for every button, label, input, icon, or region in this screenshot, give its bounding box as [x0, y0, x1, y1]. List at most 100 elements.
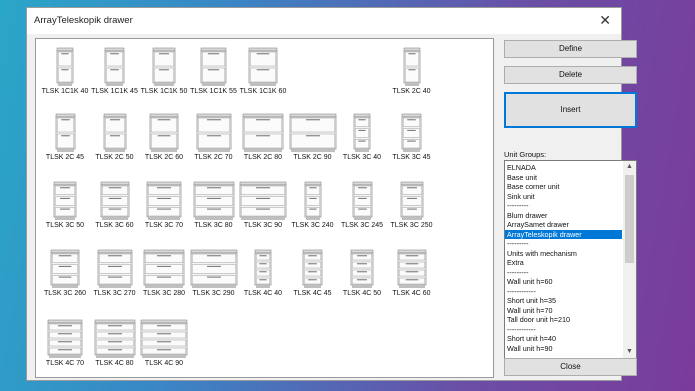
- cabinet-icon: [254, 249, 272, 288]
- unit-tile[interactable]: TLSK 2C 45: [38, 113, 92, 163]
- cabinet-icon: [193, 181, 234, 220]
- cabinet-icon: [403, 47, 420, 86]
- unit-tile[interactable]: TLSK 3C 280: [137, 249, 191, 299]
- unit-groups-scrollbar[interactable]: ▲ ▼: [623, 161, 636, 358]
- cabinet-icon: [47, 319, 83, 358]
- unit-tile[interactable]: TLSK 1C1K 60: [236, 47, 290, 97]
- list-item[interactable]: ---------: [505, 239, 622, 249]
- unit-label: TLSK 3C 260: [43, 290, 87, 297]
- window-title: ArrayTeleskopik drawer: [34, 15, 133, 26]
- dialog-window: ArrayTeleskopik drawer ✕ TLSK 1C1K 40 TLS…: [26, 7, 637, 381]
- unit-groups-items: ELNADA Base unit Base corner unit Sink unit…: [505, 163, 622, 353]
- cabinet-icon: [104, 47, 125, 86]
- list-item[interactable]: ArrayTeleskopik drawer: [505, 229, 622, 239]
- delete-button[interactable]: Delete: [504, 66, 637, 84]
- cabinet-icon: [242, 113, 284, 152]
- unit-tile[interactable]: TLSK 2C 50: [88, 113, 142, 163]
- scroll-down-icon[interactable]: ▼: [623, 346, 636, 358]
- unit-grid: TLSK 1C1K 40 TLSK 1C1K 45 TLSK 1C1K 50 TLSK…: [35, 38, 494, 378]
- cabinet-icon: [100, 181, 129, 220]
- cabinet-icon: [289, 113, 336, 152]
- unit-tile[interactable]: TLSK 3C 40: [335, 113, 389, 163]
- list-item[interactable]: Sink unit: [505, 192, 622, 202]
- unit-groups-list[interactable]: ELNADA Base unit Base corner unit Sink unit…: [504, 160, 637, 359]
- unit-tile[interactable]: TLSK 2C 90: [286, 113, 340, 163]
- cabinet-icon: [146, 181, 182, 220]
- unit-tile[interactable]: TLSK 3C 270: [88, 249, 142, 299]
- unit-tile[interactable]: TLSK 4C 70: [38, 319, 92, 369]
- unit-tile[interactable]: TLSK 2C 70: [187, 113, 241, 163]
- unit-label: TLSK 2C 90: [293, 154, 332, 161]
- list-item[interactable]: ------------: [505, 287, 622, 297]
- unit-tile[interactable]: TLSK 4C 50: [335, 249, 389, 299]
- close-icon[interactable]: ✕: [599, 11, 611, 29]
- cabinet-icon: [196, 113, 231, 152]
- cabinet-icon: [352, 181, 372, 220]
- cabinet-icon: [350, 249, 374, 288]
- list-item[interactable]: ---------: [505, 268, 622, 278]
- scroll-up-icon[interactable]: ▲: [623, 161, 636, 173]
- list-item[interactable]: Wall unit h=70: [505, 306, 622, 316]
- list-item[interactable]: Blum drawer: [505, 211, 622, 221]
- unit-label: TLSK 4C 50: [342, 290, 382, 297]
- unit-tile[interactable]: TLSK 1C1K 55: [187, 47, 241, 97]
- cabinet-icon: [152, 47, 176, 86]
- unit-label: TLSK 4C 90: [144, 360, 184, 367]
- list-item[interactable]: Short unit h=40: [505, 334, 622, 344]
- scroll-thumb[interactable]: [625, 175, 634, 263]
- title-bar: ArrayTeleskopik drawer ✕: [27, 8, 621, 34]
- unit-tile[interactable]: TLSK 4C 40: [236, 249, 290, 299]
- unit-label: TLSK 3C 45: [392, 154, 431, 161]
- unit-tile[interactable]: TLSK 3C 50: [38, 181, 92, 231]
- unit-tile[interactable]: TLSK 3C 245: [335, 181, 389, 231]
- list-item[interactable]: ELNADA: [505, 163, 622, 173]
- unit-tile[interactable]: TLSK 4C 45: [286, 249, 340, 299]
- list-item[interactable]: Tall door unit h=210: [505, 315, 622, 325]
- cabinet-icon: [50, 249, 80, 288]
- close-button[interactable]: Close: [504, 358, 637, 376]
- unit-tile[interactable]: TLSK 3C 260: [38, 249, 92, 299]
- list-item[interactable]: Wall unit h=90: [505, 344, 622, 354]
- unit-tile[interactable]: TLSK 3C 45: [385, 113, 439, 163]
- unit-tile[interactable]: TLSK 3C 90: [236, 181, 290, 231]
- unit-label: TLSK 1C1K 60: [239, 88, 287, 95]
- list-item[interactable]: ------------: [505, 325, 622, 335]
- list-item[interactable]: ---------: [505, 201, 622, 211]
- list-item[interactable]: Wall unit h=60: [505, 277, 622, 287]
- list-item[interactable]: Short unit h=35: [505, 296, 622, 306]
- insert-button[interactable]: Insert: [504, 92, 637, 128]
- list-item[interactable]: ArraySamet drawer: [505, 220, 622, 230]
- unit-tile[interactable]: TLSK 4C 90: [137, 319, 191, 369]
- cabinet-icon: [353, 113, 371, 152]
- unit-label: TLSK 4C 40: [243, 290, 283, 297]
- list-item[interactable]: Base unit: [505, 173, 622, 183]
- unit-tile[interactable]: TLSK 2C 60: [137, 113, 191, 163]
- unit-tile[interactable]: TLSK 3C 290: [187, 249, 241, 299]
- unit-label: TLSK 2C 50: [95, 154, 134, 161]
- unit-tile[interactable]: TLSK 2C 40: [385, 47, 439, 97]
- unit-label: TLSK 2C 80: [243, 154, 283, 161]
- cabinet-icon: [400, 181, 423, 220]
- cabinet-icon: [103, 113, 126, 152]
- list-item[interactable]: Units with mechanism: [505, 249, 622, 259]
- unit-tile[interactable]: TLSK 3C 250: [385, 181, 439, 231]
- unit-tile[interactable]: TLSK 3C 240: [286, 181, 340, 231]
- list-item[interactable]: Extra: [505, 258, 622, 268]
- unit-tile[interactable]: TLSK 1C1K 50: [137, 47, 191, 97]
- unit-tile[interactable]: TLSK 1C1K 45: [88, 47, 142, 97]
- cabinet-icon: [397, 249, 426, 288]
- unit-label: TLSK 3C 280: [142, 290, 186, 297]
- unit-tile[interactable]: TLSK 2C 80: [236, 113, 290, 163]
- unit-tile[interactable]: TLSK 3C 70: [137, 181, 191, 231]
- unit-tile[interactable]: TLSK 1C1K 40: [38, 47, 92, 97]
- unit-tile[interactable]: TLSK 4C 80: [88, 319, 142, 369]
- cabinet-icon: [97, 249, 132, 288]
- unit-label: TLSK 3C 250: [390, 222, 433, 229]
- list-item[interactable]: Base corner unit: [505, 182, 622, 192]
- cabinet-icon: [56, 47, 74, 86]
- define-button[interactable]: Define: [504, 40, 637, 58]
- unit-tile[interactable]: TLSK 3C 60: [88, 181, 142, 231]
- unit-tile[interactable]: TLSK 4C 60: [385, 249, 439, 299]
- cabinet-icon: [140, 319, 188, 358]
- unit-tile[interactable]: TLSK 3C 80: [187, 181, 241, 231]
